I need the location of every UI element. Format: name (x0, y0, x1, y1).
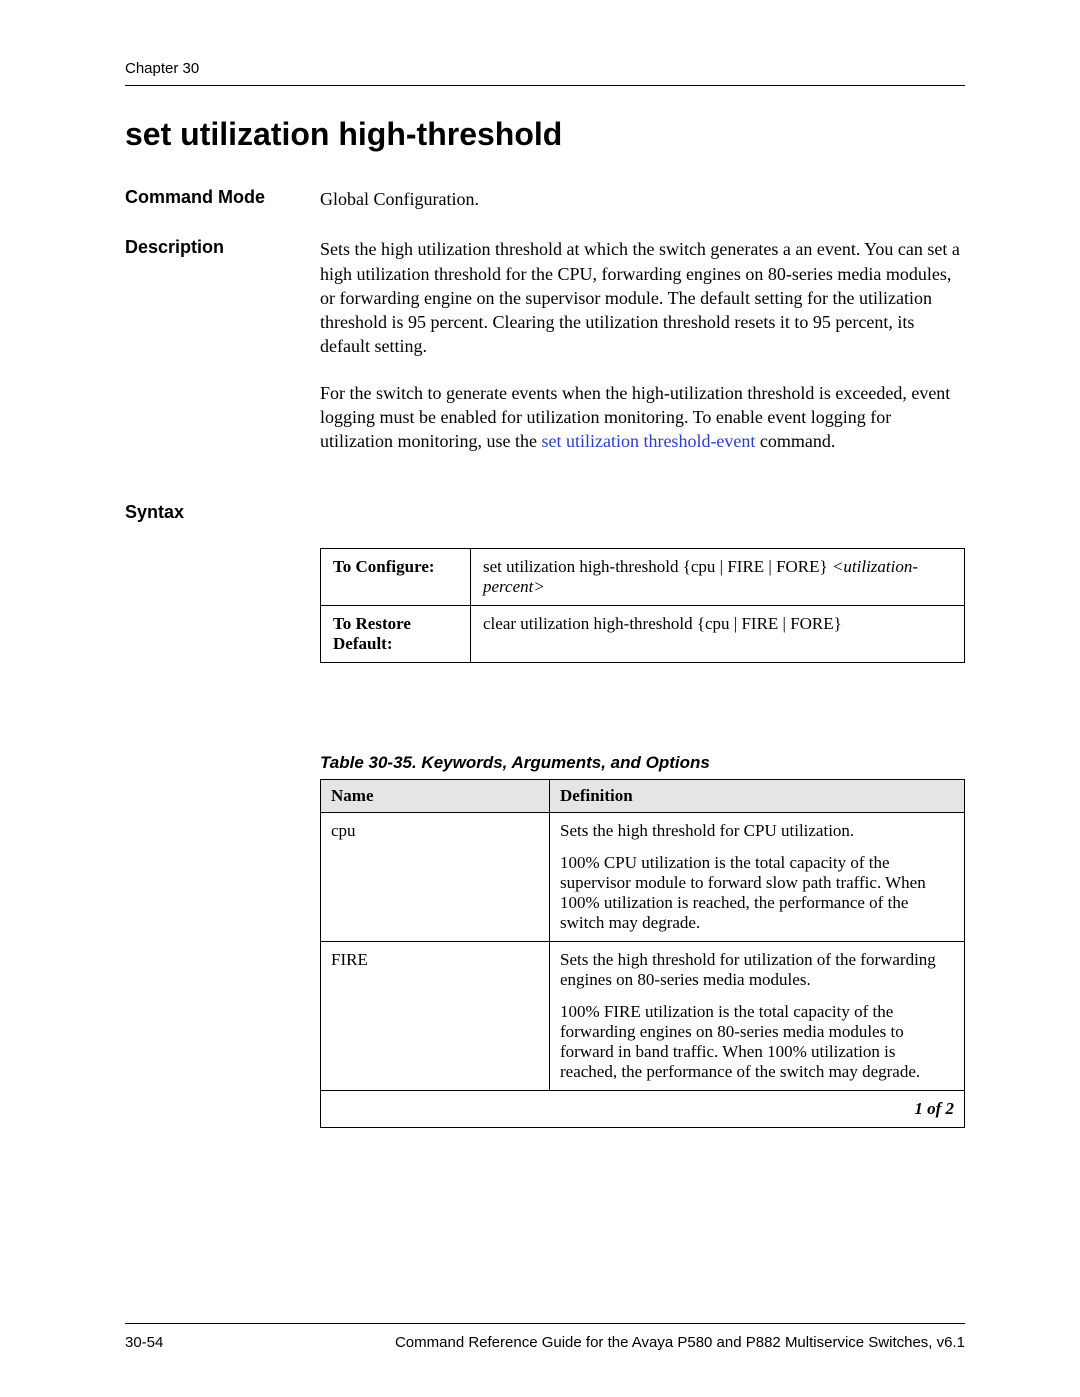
set-utilization-threshold-event-link[interactable]: set utilization threshold-event (541, 431, 755, 451)
keywords-table-caption: Table 30-35. Keywords, Arguments, and Op… (320, 753, 965, 773)
syntax-row-configure: To Configure: set utilization high-thres… (321, 548, 965, 605)
syntax-configure-label: To Configure: (321, 548, 471, 605)
syntax-configure-value: set utilization high-threshold {cpu | FI… (471, 548, 965, 605)
keywords-cpu-name: cpu (321, 812, 550, 941)
chapter-header: Chapter 30 (125, 60, 965, 77)
description-para-2-suffix: command. (755, 431, 835, 451)
description-label: Description (125, 237, 320, 475)
keywords-header-row: Name Definition (321, 779, 965, 812)
command-mode-row: Command Mode Global Configuration. (125, 187, 965, 211)
keywords-header-definition: Definition (550, 779, 965, 812)
page-title: set utilization high-threshold (125, 116, 965, 153)
page: Chapter 30 set utilization high-threshol… (0, 0, 1080, 1128)
syntax-body: To Configure: set utilization high-thres… (320, 502, 965, 1128)
command-mode-value: Global Configuration. (320, 187, 965, 211)
page-footer: 30-54 Command Reference Guide for the Av… (125, 1323, 965, 1351)
keywords-cpu-def-p1: Sets the high threshold for CPU utilizat… (560, 821, 954, 841)
keywords-row-fire: FIRE Sets the high threshold for utiliza… (321, 941, 965, 1090)
footer-page-number: 30-54 (125, 1334, 163, 1351)
keywords-fire-name: FIRE (321, 941, 550, 1090)
header-rule (125, 85, 965, 86)
description-body: Sets the high utilization threshold at w… (320, 237, 965, 475)
command-mode-label: Command Mode (125, 187, 320, 211)
description-para-1: Sets the high utilization threshold at w… (320, 237, 965, 358)
footer-doc-title: Command Reference Guide for the Avaya P5… (395, 1334, 965, 1351)
syntax-label: Syntax (125, 502, 320, 1128)
keywords-header-name: Name (321, 779, 550, 812)
keywords-cpu-definition: Sets the high threshold for CPU utilizat… (550, 812, 965, 941)
syntax-table: To Configure: set utilization high-thres… (320, 548, 965, 663)
keywords-fire-def-p1: Sets the high threshold for utilization … (560, 950, 954, 990)
syntax-row-restore: To Restore Default: clear utilization hi… (321, 605, 965, 662)
syntax-configure-main: set utilization high-threshold {cpu | FI… (483, 557, 832, 576)
keywords-row-cpu: cpu Sets the high threshold for CPU util… (321, 812, 965, 941)
description-para-2: For the switch to generate events when t… (320, 381, 965, 454)
syntax-row: Syntax To Configure: set utilization hig… (125, 502, 965, 1128)
keywords-fire-definition: Sets the high threshold for utilization … (550, 941, 965, 1090)
keywords-pager-row: 1 of 2 (321, 1090, 965, 1127)
syntax-restore-main: clear utilization high-threshold {cpu | … (483, 614, 842, 633)
description-row: Description Sets the high utilization th… (125, 237, 965, 475)
keywords-pager: 1 of 2 (321, 1090, 965, 1127)
keywords-cpu-def-p2: 100% CPU utilization is the total capaci… (560, 853, 954, 933)
keywords-fire-def-p2: 100% FIRE utilization is the total capac… (560, 1002, 954, 1082)
keywords-table: Name Definition cpu Sets the high thresh… (320, 779, 965, 1128)
syntax-restore-label: To Restore Default: (321, 605, 471, 662)
syntax-restore-value: clear utilization high-threshold {cpu | … (471, 605, 965, 662)
